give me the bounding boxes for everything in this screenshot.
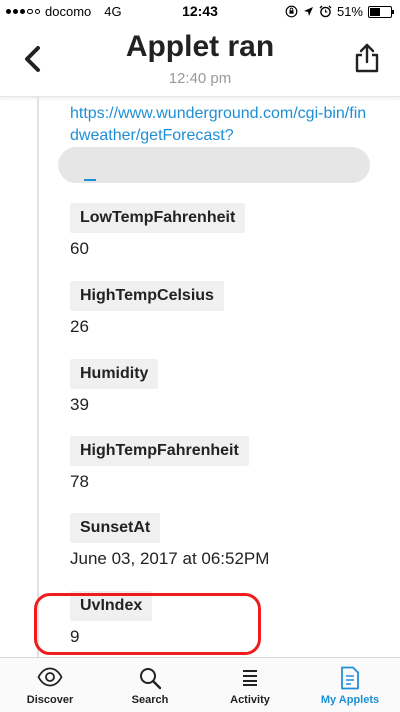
battery-icon: [368, 5, 394, 18]
tab-label: Search: [131, 694, 169, 706]
field-humidity: Humidity 39: [70, 359, 159, 415]
alarm-icon: [319, 5, 332, 18]
field-value: 26: [70, 317, 89, 336]
applet-run-details[interactable]: https://www.wunderground.com/cgi-bin/fin…: [0, 97, 400, 657]
battery-percent: 51%: [336, 4, 363, 19]
redacted-text: [58, 147, 370, 183]
rotation-lock-icon: [285, 5, 298, 18]
app-header: Applet ran 12:40 pm: [0, 22, 400, 97]
tab-label: Activity: [230, 694, 270, 706]
tab-bar: Discover Search Activity My Applets: [0, 657, 400, 712]
page-title: Applet ran: [125, 30, 275, 63]
timeline-line: [37, 97, 39, 657]
link-underline-fragment: [84, 179, 96, 181]
field-sunset-at: SunsetAt June 03, 2017 at 06:52PM: [70, 513, 269, 569]
share-button[interactable]: [354, 42, 380, 74]
field-label: HighTempFahrenheit: [70, 436, 249, 466]
field-label: HighTempCelsius: [70, 281, 224, 311]
field-high-temp-celsius: HighTempCelsius 26: [70, 281, 224, 337]
field-value: 78: [70, 472, 89, 491]
tab-label: Discover: [26, 694, 74, 706]
location-icon: [303, 7, 313, 16]
tab-activity[interactable]: Activity: [200, 658, 300, 712]
field-label: LowTempFahrenheit: [70, 203, 246, 233]
run-time: 12:40 pm: [168, 70, 232, 87]
list-icon: [243, 670, 257, 686]
document-icon: [341, 666, 359, 690]
share-icon: [355, 43, 379, 73]
tab-my-applets[interactable]: My Applets: [300, 658, 400, 712]
field-low-temp-fahrenheit: LowTempFahrenheit 60: [70, 203, 246, 259]
field-label: Humidity: [70, 359, 159, 389]
tab-label: My Applets: [320, 694, 380, 706]
search-icon: [140, 668, 162, 690]
eye-icon: [37, 667, 63, 687]
field-value: 60: [70, 239, 89, 258]
status-bar: docomo 4G 12:43 51%: [0, 0, 400, 22]
field-value: June 03, 2017 at 06:52PM: [70, 549, 270, 568]
field-label: SunsetAt: [70, 513, 161, 543]
field-value: 39: [70, 395, 89, 414]
tab-discover[interactable]: Discover: [0, 658, 100, 712]
forecast-link[interactable]: https://www.wunderground.com/cgi-bin/fin…: [70, 103, 370, 147]
tab-search[interactable]: Search: [100, 658, 200, 712]
field-high-temp-fahrenheit: HighTempFahrenheit 78: [70, 436, 249, 492]
uv-index-highlight: [34, 593, 261, 655]
